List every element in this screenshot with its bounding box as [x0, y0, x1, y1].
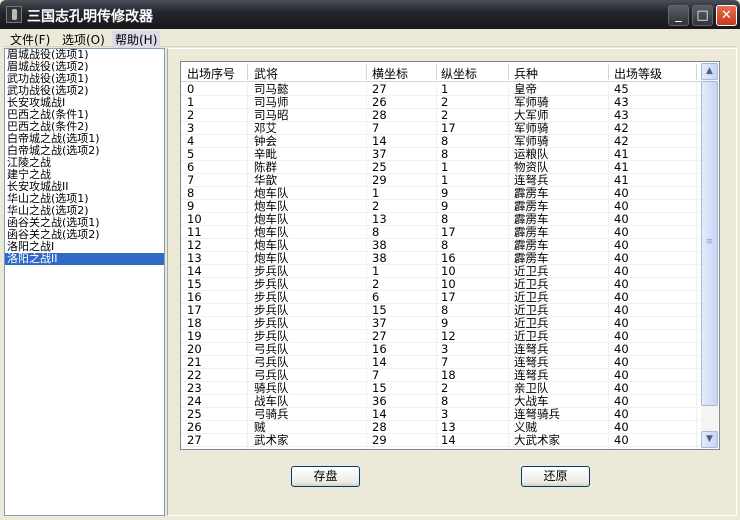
column-divider[interactable]: [608, 64, 609, 80]
table-cell: 40: [614, 433, 629, 447]
window-title: 三国志孔明传修改器: [27, 9, 153, 25]
battle-list[interactable]: 眉城战役(选项1) 眉城战役(选项2) 武功战役(选项1) 武功战役(选项2) 长安攻城…: [4, 48, 165, 516]
app-icon: [6, 6, 22, 23]
column-header[interactable]: 纵坐标: [441, 65, 477, 82]
table-row[interactable]: 27 武术家 29 14 大武术家 40: [181, 434, 701, 447]
table-cell: 武术家: [254, 433, 289, 447]
column-divider[interactable]: [436, 64, 437, 80]
scroll-up-icon[interactable]: ▲: [701, 63, 718, 80]
column-divider[interactable]: [247, 64, 248, 80]
save-button[interactable]: 存盘: [291, 466, 360, 487]
battle-list-item[interactable]: 洛阳之战II: [5, 253, 164, 265]
maximize-button[interactable]: □: [692, 5, 713, 26]
column-header[interactable]: 横坐标: [372, 65, 408, 82]
scroll-thumb[interactable]: ≡: [701, 81, 718, 406]
column-header[interactable]: 出场等级: [614, 65, 662, 82]
table-cell: 29: [372, 433, 387, 447]
column-divider[interactable]: [366, 64, 367, 80]
unit-table: 出场序号 武将 横坐标 纵坐标 兵种 出场等级 ▲ ≡ ▼ 0 司马懿 27 1 皇帝 45 1 司马师…: [180, 61, 720, 450]
column-divider[interactable]: [696, 64, 697, 80]
close-button[interactable]: ✕: [716, 5, 737, 26]
column-divider[interactable]: [508, 64, 509, 80]
column-header[interactable]: 武将: [254, 65, 278, 82]
table-cell: 27: [187, 433, 202, 447]
vertical-scrollbar[interactable]: ▲ ≡ ▼: [701, 63, 718, 448]
table-cell: 14: [441, 433, 456, 447]
menu-file[interactable]: 文件(F): [10, 31, 50, 48]
menu-options[interactable]: 选项(O): [62, 31, 105, 48]
menu-bar: 文件(F) 选项(O) 帮助(H): [4, 29, 736, 48]
column-header[interactable]: 兵种: [514, 65, 538, 82]
menu-help[interactable]: 帮助(H): [112, 31, 161, 48]
table-header: 出场序号 武将 横坐标 纵坐标 兵种 出场等级: [181, 62, 701, 82]
column-header[interactable]: 出场序号: [187, 65, 235, 82]
title-bar: 三国志孔明传修改器 _ □ ✕: [0, 0, 740, 29]
minimize-button[interactable]: _: [668, 5, 689, 26]
scroll-down-icon[interactable]: ▼: [701, 431, 718, 448]
restore-button[interactable]: 还原: [521, 466, 590, 487]
table-cell: 大武术家: [514, 433, 560, 447]
